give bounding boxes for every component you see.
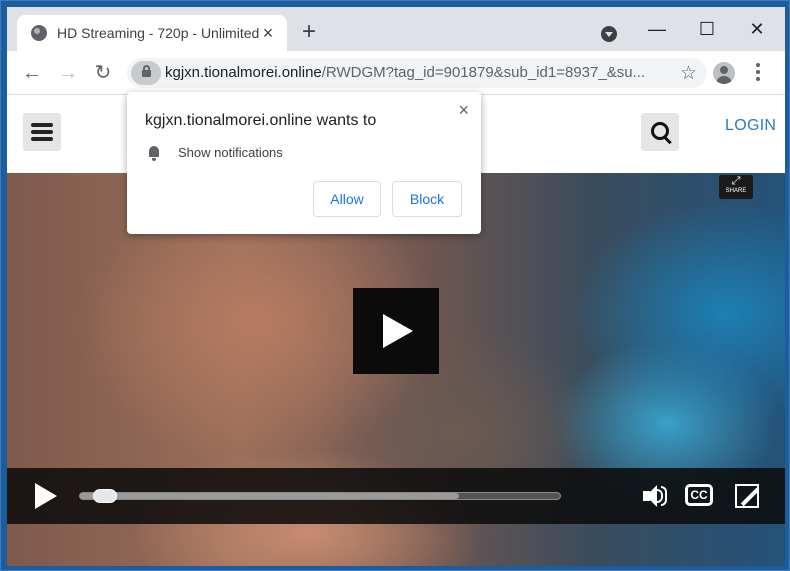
minimize-button[interactable]: — [637,15,677,43]
permission-text: Show notifications [178,145,283,160]
browser-tab[interactable]: HD Streaming - 720p - Unlimited × [17,15,287,51]
forward-arrow-icon[interactable]: → [57,62,79,84]
tab-strip: HD Streaming - 720p - Unlimited × + — ☐ … [7,7,785,51]
popup-heading: kgjxn.tionalmorei.online wants to [145,112,377,129]
share-button[interactable]: SHARE [719,175,753,199]
bookmark-star-icon[interactable]: ☆ [680,62,697,85]
url-text[interactable]: kgjxn.tionalmorei.online/RWDGM?tag_id=90… [165,64,660,81]
volume-icon[interactable] [643,484,671,508]
lock-icon [142,65,151,77]
notification-permission-popup: kgjxn.tionalmorei.online wants to × Show… [127,92,481,234]
big-play-button[interactable] [353,288,439,374]
browser-window: HD Streaming - 720p - Unlimited × + — ☐ … [0,0,790,571]
buffered-bar [80,493,460,499]
site-info-button[interactable] [131,61,161,85]
hamburger-menu-icon[interactable] [23,113,61,151]
allow-button[interactable]: Allow [313,181,381,217]
player-controls: CC [7,468,785,524]
back-arrow-icon[interactable]: ← [21,62,43,84]
login-link[interactable]: LOGIN [725,117,776,135]
play-icon[interactable] [35,483,57,509]
seek-handle[interactable] [93,489,118,503]
browser-toolbar: ← → ↻ kgjxn.tionalmorei.online/RWDGM?tag… [7,51,785,95]
reload-icon[interactable]: ↻ [92,62,114,84]
maximize-button[interactable]: ☐ [687,15,727,43]
block-button[interactable]: Block [392,181,462,217]
globe-icon [31,25,47,41]
fullscreen-icon[interactable] [735,484,759,508]
closed-captions-button[interactable]: CC [685,484,713,506]
tab-close-icon[interactable]: × [259,24,277,42]
popup-close-icon[interactable]: × [458,100,469,121]
profile-avatar-icon[interactable] [713,62,735,84]
search-icon[interactable] [641,113,679,151]
menu-kebab-icon[interactable] [755,63,761,83]
bell-icon [147,146,161,161]
url-host: kgjxn.tionalmorei.online [165,64,322,81]
address-bar[interactable]: kgjxn.tionalmorei.online/RWDGM?tag_id=90… [127,58,707,88]
tab-title: HD Streaming - 720p - Unlimited [57,25,259,41]
url-path: /RWDGM?tag_id=901879&sub_id1=8937_&su... [321,64,646,81]
close-window-button[interactable]: ✕ [737,15,777,43]
new-tab-button[interactable]: + [297,20,321,44]
seek-bar[interactable] [79,492,561,500]
tab-search-icon[interactable] [601,26,617,42]
